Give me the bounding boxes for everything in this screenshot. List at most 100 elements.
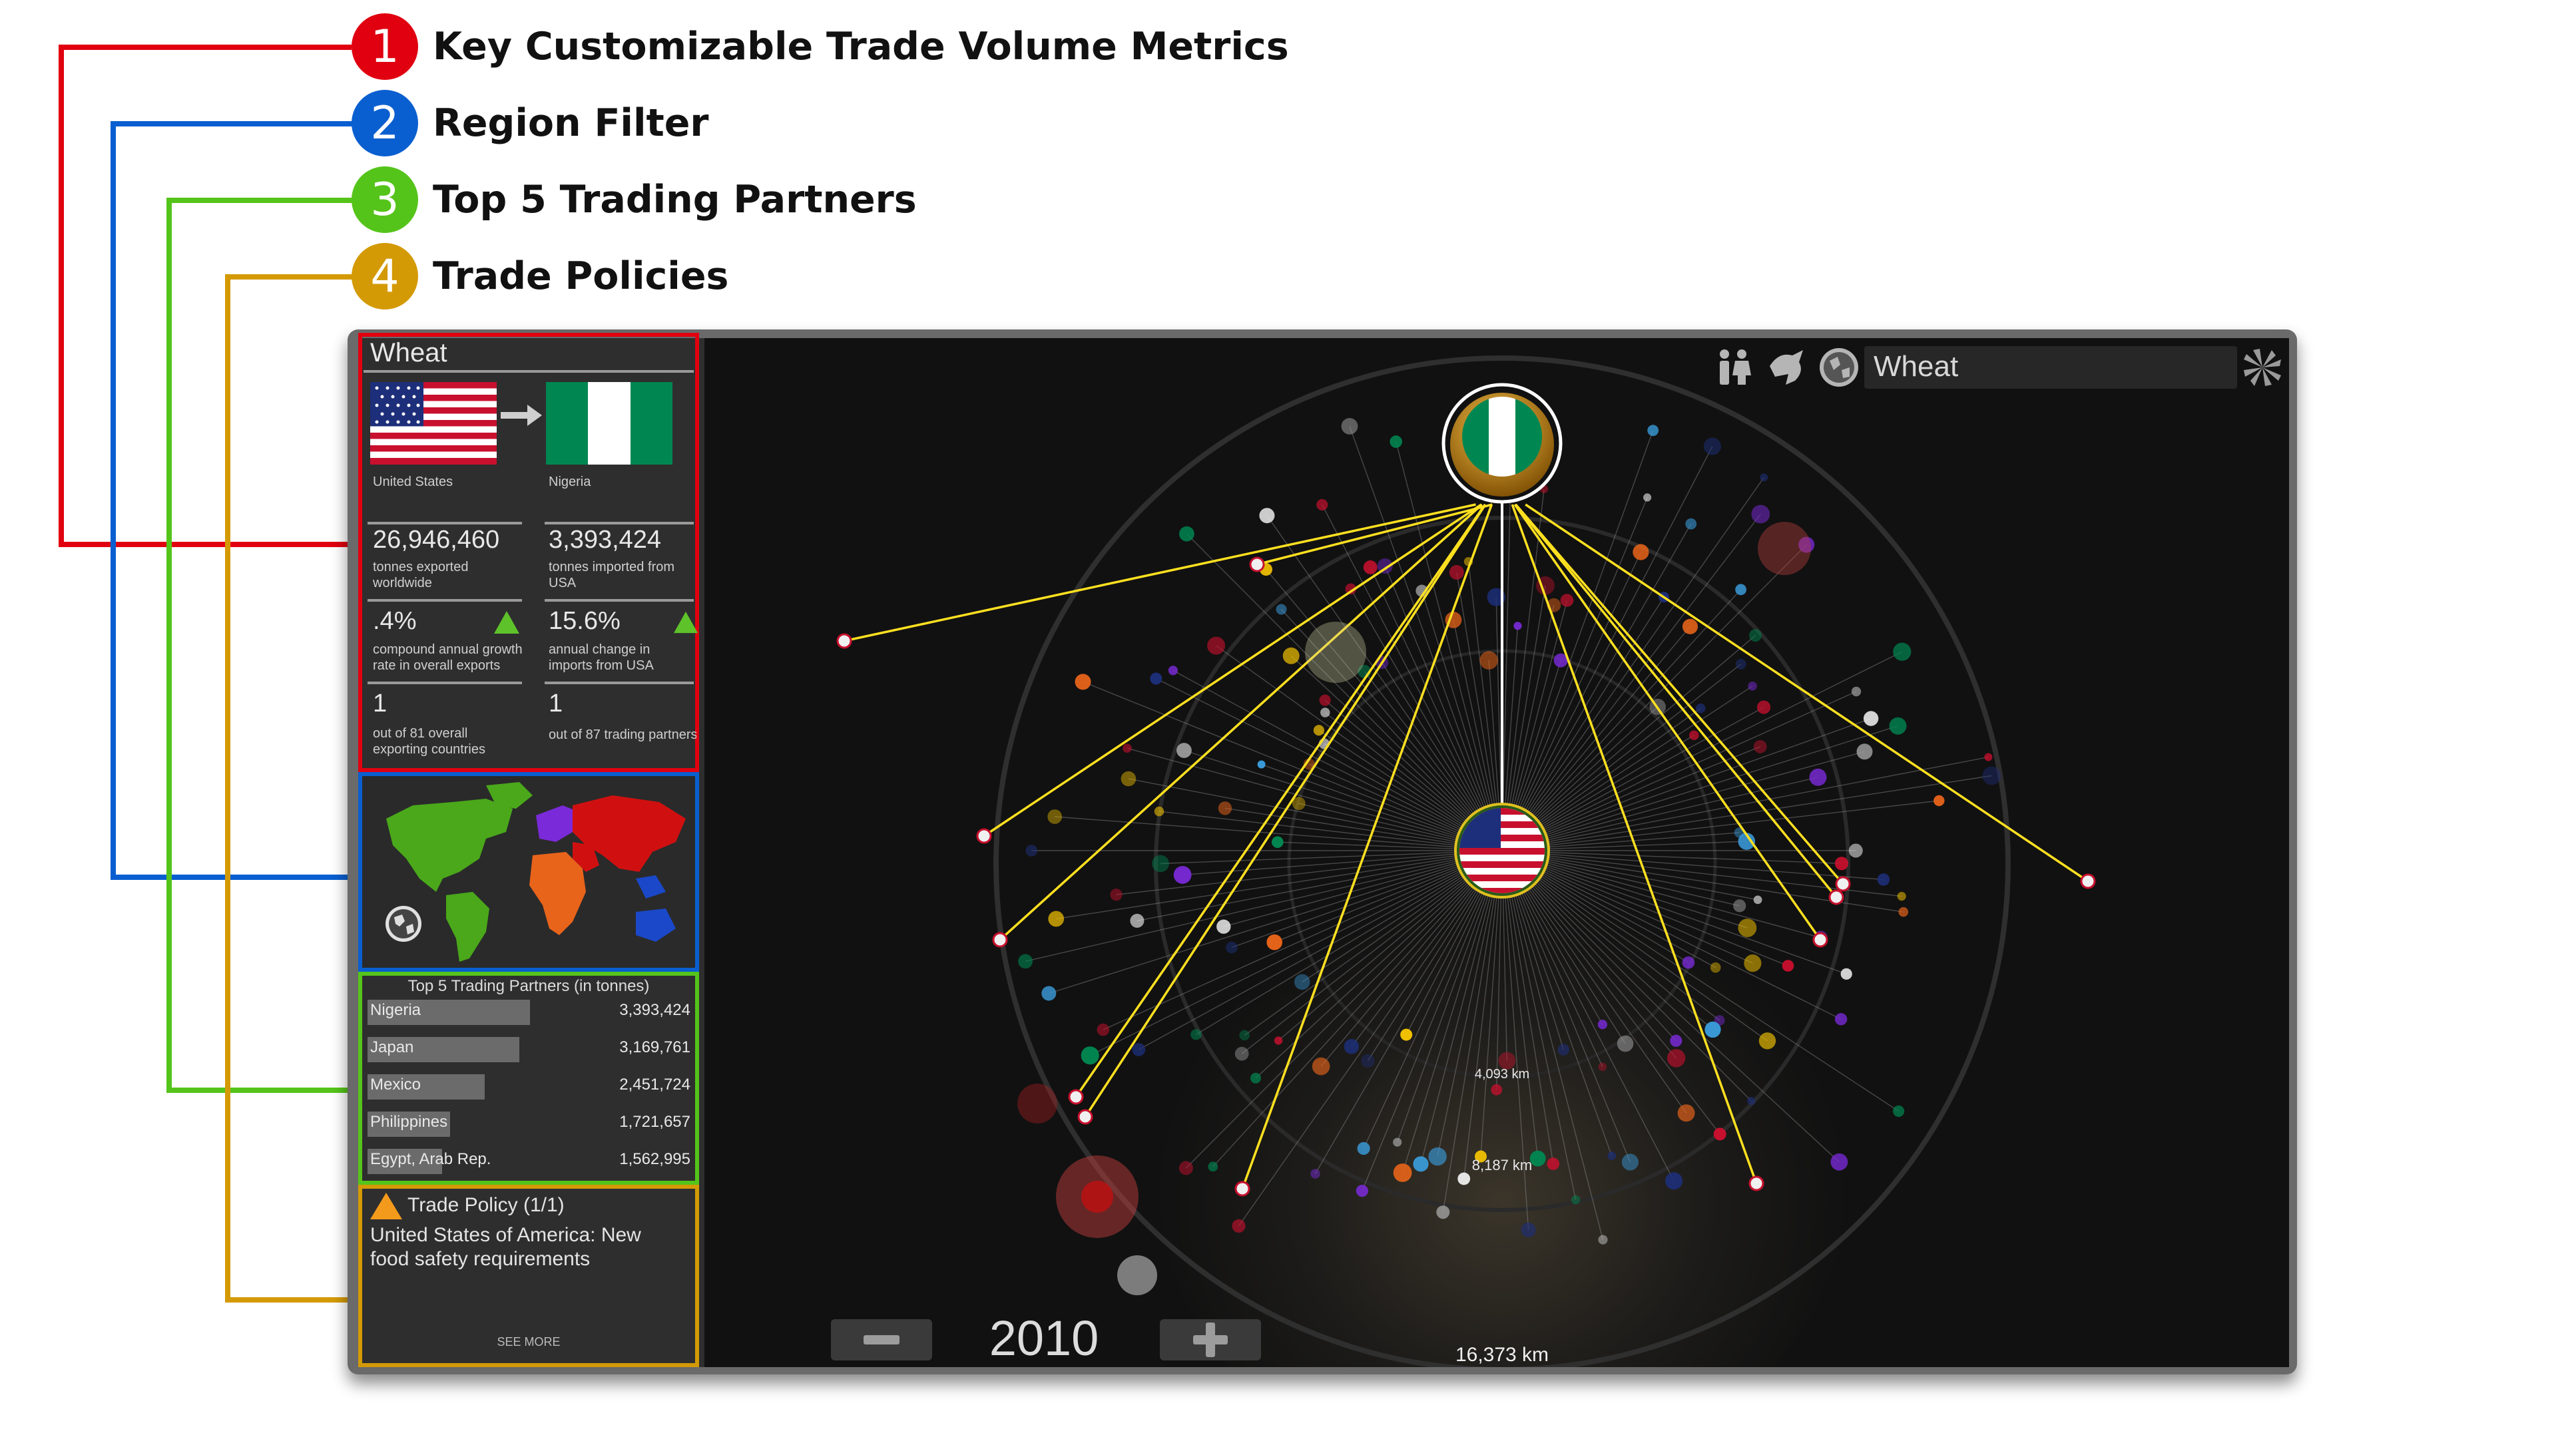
country-marker[interactable] bbox=[1154, 806, 1164, 817]
country-marker[interactable] bbox=[1282, 647, 1300, 664]
country-marker[interactable] bbox=[1598, 1235, 1608, 1245]
usa-node[interactable] bbox=[1454, 803, 1550, 899]
country-marker[interactable] bbox=[1877, 873, 1890, 886]
country-marker[interactable] bbox=[1361, 1054, 1375, 1068]
country-marker[interactable] bbox=[1747, 1097, 1756, 1106]
country-marker[interactable] bbox=[1782, 960, 1794, 972]
country-marker[interactable] bbox=[1216, 919, 1231, 934]
country-marker[interactable] bbox=[1760, 473, 1768, 482]
country-marker[interactable] bbox=[1344, 1039, 1360, 1054]
country-marker[interactable] bbox=[1809, 768, 1827, 786]
us-flag-icon[interactable] bbox=[370, 382, 497, 465]
partner-marker[interactable] bbox=[2080, 873, 2096, 889]
trade-network-view[interactable]: 4,093 km 8,187 km 16,373 km Wheat 2010 bbox=[704, 338, 2289, 1367]
year-increase-button[interactable] bbox=[1160, 1319, 1261, 1360]
country-marker[interactable] bbox=[1178, 1161, 1193, 1175]
country-marker[interactable] bbox=[1738, 919, 1757, 937]
country-marker[interactable] bbox=[1851, 686, 1862, 697]
animal-icon[interactable] bbox=[1766, 347, 1807, 387]
country-marker[interactable] bbox=[1735, 658, 1746, 670]
country-marker[interactable] bbox=[1075, 674, 1091, 690]
country-marker[interactable] bbox=[1713, 1127, 1726, 1141]
country-marker[interactable] bbox=[1703, 437, 1721, 455]
partner-name[interactable]: Mexico bbox=[370, 1076, 421, 1094]
country-marker[interactable] bbox=[1121, 771, 1137, 787]
country-marker[interactable] bbox=[1607, 1151, 1617, 1160]
country-marker[interactable] bbox=[1893, 1105, 1905, 1118]
country-marker[interactable] bbox=[1257, 760, 1266, 769]
country-marker[interactable] bbox=[1479, 651, 1498, 670]
country-marker[interactable] bbox=[1670, 1034, 1682, 1047]
country-marker[interactable] bbox=[1757, 700, 1771, 714]
country-marker[interactable] bbox=[1207, 636, 1226, 655]
partner-name[interactable]: Egypt, Arab Rep. bbox=[370, 1150, 491, 1169]
partner-name[interactable]: Philippines bbox=[370, 1113, 447, 1131]
country-marker[interactable] bbox=[1830, 1153, 1848, 1171]
country-marker[interactable] bbox=[1232, 1219, 1246, 1233]
country-marker[interactable] bbox=[1168, 666, 1178, 676]
country-marker[interactable] bbox=[1647, 425, 1659, 437]
country-marker[interactable] bbox=[1250, 1072, 1261, 1084]
country-marker[interactable] bbox=[1682, 956, 1695, 969]
country-marker[interactable] bbox=[1617, 1035, 1634, 1052]
country-marker[interactable] bbox=[1491, 1084, 1503, 1096]
partner-marker[interactable] bbox=[1077, 1109, 1093, 1125]
partner-name[interactable]: Nigeria bbox=[370, 1001, 421, 1020]
partner-name[interactable]: Japan bbox=[370, 1038, 413, 1057]
partner-marker[interactable] bbox=[1835, 876, 1851, 892]
partner-marker[interactable] bbox=[1812, 932, 1828, 948]
country-marker[interactable] bbox=[1984, 753, 1993, 761]
people-icon[interactable] bbox=[1714, 347, 1754, 387]
country-marker[interactable] bbox=[1218, 801, 1232, 815]
country-marker[interactable] bbox=[1449, 564, 1464, 580]
country-marker[interactable] bbox=[1521, 1222, 1536, 1237]
country-marker[interactable] bbox=[1633, 544, 1649, 560]
globe-icon[interactable] bbox=[1818, 346, 1860, 389]
country-marker[interactable] bbox=[1834, 1013, 1848, 1026]
country-marker[interactable] bbox=[1744, 954, 1762, 972]
country-marker[interactable] bbox=[1208, 1161, 1218, 1172]
country-marker[interactable] bbox=[1132, 1043, 1146, 1056]
country-marker[interactable] bbox=[1259, 508, 1275, 524]
country-marker[interactable] bbox=[1428, 1147, 1447, 1166]
see-more-link[interactable]: SEE MORE bbox=[365, 1335, 692, 1349]
country-marker[interactable] bbox=[1234, 1046, 1249, 1061]
country-marker[interactable] bbox=[1733, 899, 1746, 913]
country-marker[interactable] bbox=[1529, 1150, 1546, 1167]
partner-marker[interactable] bbox=[1748, 1175, 1764, 1191]
country-marker[interactable] bbox=[1272, 836, 1284, 848]
country-marker[interactable] bbox=[1018, 954, 1033, 969]
country-marker[interactable] bbox=[1190, 1029, 1202, 1040]
country-marker[interactable] bbox=[1316, 499, 1328, 511]
settings-icon[interactable] bbox=[2241, 346, 2284, 389]
country-marker[interactable] bbox=[1390, 435, 1402, 448]
country-marker[interactable] bbox=[1130, 913, 1145, 928]
year-decrease-button[interactable] bbox=[831, 1319, 932, 1360]
country-marker[interactable] bbox=[1341, 418, 1358, 435]
country-marker[interactable] bbox=[1621, 1153, 1639, 1171]
trade-network-graph[interactable]: 4,093 km 8,187 km 16,373 km bbox=[704, 338, 2289, 1367]
country-marker[interactable] bbox=[1436, 1205, 1450, 1219]
country-marker[interactable] bbox=[1667, 1049, 1686, 1068]
partner-marker[interactable] bbox=[1249, 556, 1265, 572]
country-marker[interactable] bbox=[1266, 934, 1282, 950]
country-marker[interactable] bbox=[1682, 618, 1698, 634]
country-marker[interactable] bbox=[1312, 1057, 1330, 1076]
country-marker[interactable] bbox=[1848, 843, 1863, 858]
country-marker[interactable] bbox=[1413, 1156, 1429, 1172]
country-marker[interactable] bbox=[1748, 682, 1757, 691]
country-marker[interactable] bbox=[1710, 962, 1721, 973]
country-marker[interactable] bbox=[1047, 809, 1063, 824]
country-marker[interactable] bbox=[1274, 1036, 1283, 1045]
country-marker[interactable] bbox=[1393, 1163, 1412, 1182]
partner-marker[interactable] bbox=[836, 633, 852, 649]
country-marker[interactable] bbox=[1735, 584, 1746, 596]
country-marker[interactable] bbox=[1897, 892, 1906, 901]
country-marker[interactable] bbox=[1356, 1185, 1368, 1197]
country-marker[interactable] bbox=[1834, 857, 1849, 871]
country-marker[interactable] bbox=[1751, 505, 1770, 524]
country-marker[interactable] bbox=[1598, 1062, 1607, 1072]
country-marker[interactable] bbox=[1123, 743, 1132, 753]
country-marker[interactable] bbox=[1749, 629, 1762, 642]
country-marker[interactable] bbox=[1840, 968, 1852, 980]
